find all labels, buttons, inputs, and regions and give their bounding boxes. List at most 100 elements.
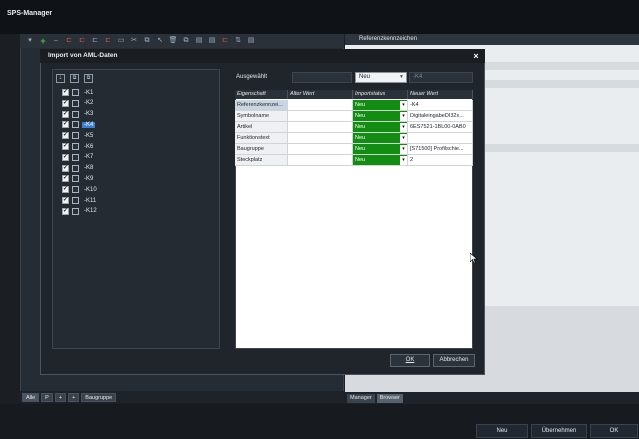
plus-icon[interactable]: + (39, 37, 47, 46)
tab-p[interactable]: P (41, 392, 53, 402)
table-row[interactable]: Steckplatz Neu ▾ 2 (235, 155, 473, 166)
grid-icon[interactable]: ▭ (117, 37, 125, 45)
import-status-cell[interactable]: Neu ▾ (353, 100, 408, 111)
item-checkbox[interactable] (72, 143, 79, 150)
tree-item[interactable]: ✓ -K1 (62, 88, 95, 97)
table-row[interactable]: Referenzkennzei... Neu ▾ -K4 (235, 100, 473, 111)
chevron-down-icon[interactable]: ▾ (400, 156, 407, 165)
table-cell (408, 133, 473, 144)
cancel-button[interactable]: Abbrechen (433, 354, 475, 367)
import-status-cell[interactable]: Neu ▾ (353, 133, 408, 144)
tree-item[interactable]: ✓ -K7 (62, 153, 95, 162)
include-checkbox[interactable]: ✓ (62, 89, 69, 96)
copy-icon[interactable]: ⧉ (143, 37, 151, 45)
tab-baugruppe[interactable]: Baugruppe (81, 392, 117, 402)
grid-icon[interactable]: ▤ (195, 37, 203, 45)
chevron-down-icon[interactable]: ▾ (400, 134, 407, 143)
insert-icon[interactable]: ⊏ (91, 37, 99, 45)
new-value-field[interactable]: -K4 (409, 72, 473, 83)
app-title: SPS-Manager (7, 10, 53, 17)
item-checkbox[interactable] (72, 99, 79, 107)
item-checkbox[interactable] (72, 89, 79, 96)
table-row[interactable]: Funktionstext Neu ▾ (235, 133, 473, 144)
include-checkbox[interactable]: ✓ (62, 186, 69, 194)
import-status-cell[interactable]: Neu ▾ (353, 144, 408, 155)
table-row[interactable]: Baugruppe Neu ▾ [S71500] Profilschie... (235, 144, 473, 155)
tree-item[interactable]: ✓ -K12 (62, 207, 99, 216)
table-row[interactable]: Symbolname Neu ▾ DigitaleingabeDI32x... (235, 111, 473, 122)
selection-field[interactable] (292, 72, 352, 83)
right-pane-tab-label[interactable]: Referenzkennzeichen (359, 36, 417, 42)
include-checkbox[interactable]: ✓ (62, 153, 69, 161)
chevron-down-icon[interactable]: ▾ (400, 112, 407, 121)
include-checkbox[interactable]: ✓ (62, 132, 69, 140)
tab-manager[interactable]: Manager (347, 393, 375, 403)
item-checkbox[interactable] (72, 175, 79, 183)
new-button[interactable]: Neu (476, 424, 528, 438)
main-ok-button[interactable]: OK (590, 424, 638, 438)
tree-item[interactable]: ✓ -K3 (62, 110, 95, 119)
item-checkbox[interactable] (72, 153, 79, 161)
cursor-icon[interactable]: ↖ (156, 37, 164, 45)
item-checkbox[interactable] (72, 121, 79, 129)
copy-icon[interactable]: ⧉ (84, 73, 93, 83)
grid-icon[interactable]: ▤ (208, 37, 216, 45)
tree-item[interactable]: ✓ -K10 (62, 185, 99, 194)
tree-item[interactable]: ✓ -K2 (62, 99, 95, 108)
status-dropdown[interactable]: Neu ▼ (355, 72, 407, 83)
item-checkbox[interactable] (72, 132, 79, 140)
ok-button[interactable]: OK (390, 354, 430, 367)
include-checkbox[interactable]: ✓ (62, 197, 69, 204)
sort-icon[interactable]: ⇅ (234, 37, 242, 45)
include-checkbox[interactable]: ✓ (62, 99, 69, 107)
include-checkbox[interactable]: ✓ (62, 110, 69, 118)
import-status-cell[interactable]: Neu ▾ (353, 155, 408, 166)
insert-icon[interactable]: ⊏ (65, 37, 73, 45)
apply-button[interactable]: Übernehmen (531, 424, 587, 438)
tab-plus[interactable]: + (68, 392, 80, 402)
tree-item[interactable]: ✓ -K9 (62, 174, 95, 183)
tree-item-label: -K2 (84, 100, 94, 107)
item-checkbox[interactable] (72, 207, 79, 215)
include-checkbox[interactable]: ✓ (62, 164, 69, 172)
copy-icon[interactable]: ⧉ (70, 73, 79, 83)
tree-item[interactable]: ✓ -K11 (62, 196, 98, 205)
item-checkbox[interactable] (72, 197, 79, 204)
import-status-cell[interactable]: Neu ▾ (353, 122, 408, 133)
minus-icon[interactable]: – (52, 37, 60, 45)
chevron-down-icon[interactable]: ▾ (400, 123, 407, 132)
insert-icon[interactable]: ⊏ (104, 37, 112, 45)
table-row[interactable]: Artikel Neu ▾ 6ES7521-1BL00-0AB0 (235, 122, 473, 133)
grid-icon[interactable]: ▤ (247, 37, 255, 45)
copy-icon[interactable]: ⧉ (182, 37, 190, 45)
include-checkbox[interactable]: ✓ (62, 121, 69, 129)
tab-alle[interactable]: Alle (22, 392, 40, 402)
column-header[interactable]: Alter Wert (288, 90, 353, 99)
column-header[interactable]: Eigenschaft (235, 90, 288, 99)
right-pane-row (484, 62, 639, 70)
item-checkbox[interactable] (72, 186, 79, 194)
insert-icon[interactable]: ⊏ (221, 37, 229, 45)
insert-icon[interactable]: ⊏ (78, 37, 86, 45)
include-checkbox[interactable]: ✓ (62, 143, 69, 150)
column-header[interactable]: Neuer Wert (408, 90, 473, 99)
close-icon[interactable]: × (470, 50, 482, 62)
tree-item[interactable]: ✓ -K4 (62, 120, 96, 129)
include-checkbox[interactable]: ✓ (62, 207, 69, 215)
cut-icon[interactable]: ✂ (130, 37, 138, 45)
include-checkbox[interactable]: ✓ (62, 175, 69, 183)
collapse-icon[interactable]: ▾ (26, 37, 34, 45)
expand-icon[interactable]: ⇣ (56, 73, 65, 83)
chevron-down-icon[interactable]: ▾ (400, 101, 407, 110)
chevron-down-icon[interactable]: ▾ (400, 145, 407, 154)
item-checkbox[interactable] (72, 164, 79, 172)
tree-item[interactable]: ✓ -K6 (62, 142, 95, 151)
tree-item[interactable]: ✓ -K8 (62, 164, 95, 173)
tree-item[interactable]: ✓ -K5 (62, 131, 95, 140)
import-status-cell[interactable]: Neu ▾ (353, 111, 408, 122)
tab-plus[interactable]: + (54, 392, 67, 402)
column-header[interactable]: Importstatus (353, 90, 408, 99)
item-checkbox[interactable] (72, 110, 79, 118)
delete-icon[interactable]: 🗑 (169, 37, 178, 45)
tab-browser[interactable]: Browser (376, 393, 403, 403)
